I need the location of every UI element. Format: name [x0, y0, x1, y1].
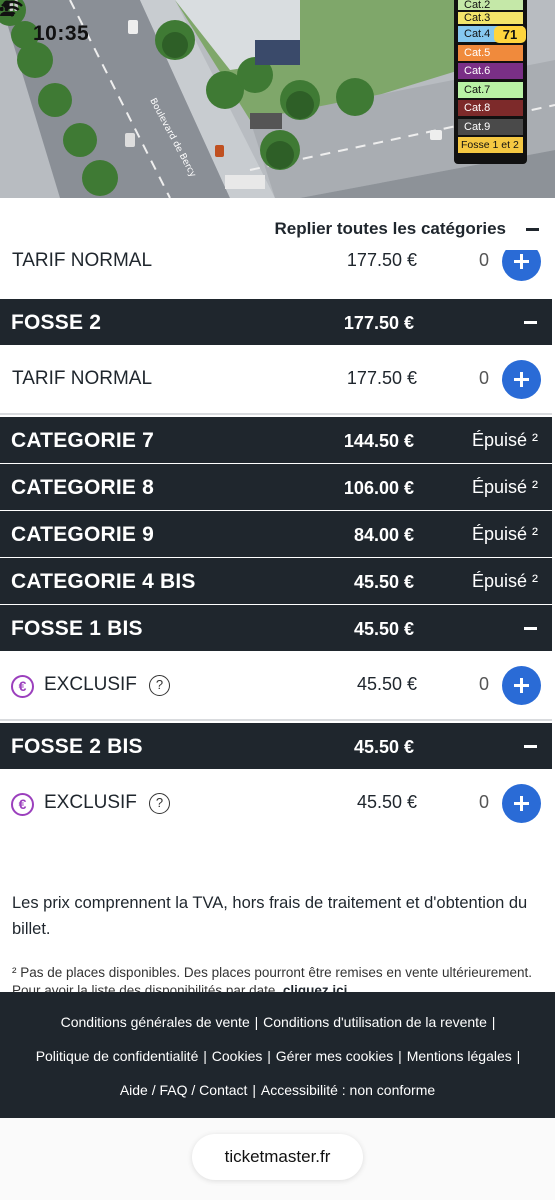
tarif-row-fosse2bis-exclusif: € EXCLUSIF ? 45.50 € 0	[0, 769, 552, 839]
add-ticket-button[interactable]	[502, 666, 541, 705]
tarif-name: TARIF NORMAL	[12, 368, 153, 389]
address-bar[interactable]: ticketmaster.fr	[192, 1134, 363, 1180]
category-row-categorie-8[interactable]: CATEGORIE 8 106.00 € Épuisé ²	[0, 464, 552, 510]
category-name: CATEGORIE 7	[11, 429, 154, 452]
browser-bottom-bar: ticketmaster.fr	[0, 1118, 555, 1200]
help-icon[interactable]: ?	[149, 675, 170, 696]
add-ticket-button[interactable]	[502, 250, 541, 281]
category-price: 45.50 €	[353, 619, 414, 639]
category-row-categorie-4-bis[interactable]: CATEGORIE 4 BIS 45.50 € Épuisé ²	[0, 558, 552, 604]
tarif-price: 177.50 €	[346, 368, 417, 388]
ticket-quantity: 0	[478, 368, 489, 388]
wifi-icon	[1, 0, 23, 17]
euro-icon: €	[11, 675, 34, 698]
category-name: CATEGORIE 8	[11, 476, 154, 499]
category-name: FOSSE 2	[11, 311, 102, 334]
vat-info-text: Les prix comprennent la TVA, hors frais …	[12, 894, 528, 938]
venue-map[interactable]: Boulevard de Bercy Cat.2 Cat.3 Cat.4 Cat…	[0, 0, 555, 198]
category-row-fosse-2[interactable]: FOSSE 2 177.50 €	[0, 299, 552, 345]
footer-line-1: Conditions générales de vente | Conditio…	[60, 1014, 496, 1030]
sold-out-label: Épuisé ²	[471, 430, 538, 450]
footer-link-legal[interactable]: Mentions légales	[407, 1048, 512, 1064]
footer-link-resale-terms[interactable]: Conditions d'utilisation de la revente	[263, 1014, 487, 1030]
tarif-price: 45.50 €	[356, 792, 417, 812]
ticket-category-list: TARIF NORMAL 177.50 € 0 FOSSE 2 177.50 €…	[0, 250, 555, 878]
category-name: CATEGORIE 9	[11, 523, 154, 546]
category-row-categorie-7[interactable]: CATEGORIE 7 144.50 € Épuisé ²	[0, 417, 552, 463]
site-footer: Conditions générales de vente | Conditio…	[0, 992, 555, 1118]
ticket-quantity: 0	[478, 792, 489, 812]
collapse-minus-icon[interactable]	[524, 627, 537, 630]
add-ticket-button[interactable]	[502, 360, 541, 399]
category-price: 84.00 €	[353, 525, 414, 545]
category-price: 45.50 €	[353, 737, 414, 757]
sold-out-label: Épuisé ²	[471, 524, 538, 544]
category-price: 106.00 €	[343, 478, 414, 498]
collapse-minus-icon[interactable]	[524, 745, 537, 748]
add-ticket-button[interactable]	[502, 784, 541, 823]
category-price: 177.50 €	[343, 313, 414, 333]
battery-indicator: 71	[494, 26, 526, 43]
category-price: 144.50 €	[343, 431, 414, 451]
footnote: ² Pas de places disponibles. Des places …	[12, 964, 537, 992]
tarif-name: TARIF NORMAL	[12, 250, 153, 271]
footer-link-accessibility[interactable]: Accessibilité : non conforme	[261, 1082, 435, 1098]
category-row-fosse-2-bis[interactable]: FOSSE 2 BIS 45.50 €	[0, 723, 552, 769]
category-name: FOSSE 2 BIS	[11, 735, 143, 758]
sold-out-label: Épuisé ²	[471, 571, 538, 591]
legend-item-cat7: Cat.7	[458, 81, 523, 98]
footer-link-manage-cookies[interactable]: Gérer mes cookies	[276, 1048, 393, 1064]
category-name: CATEGORIE 4 BIS	[11, 570, 196, 593]
footer-line-2: Politique de confidentialité | Cookies |…	[35, 1048, 521, 1064]
ticket-quantity: 0	[478, 674, 489, 694]
footer-line-3: Aide / FAQ / Contact | Accessibilité : n…	[119, 1082, 436, 1098]
euro-icon: €	[11, 793, 34, 816]
legend-item-cat8: Cat.8	[458, 100, 523, 116]
collapse-minus-icon[interactable]	[524, 321, 537, 324]
tarif-row-fosse1bis-exclusif: € EXCLUSIF ? 45.50 € 0	[0, 651, 552, 721]
collapse-all-minus-icon[interactable]	[526, 228, 539, 231]
category-price: 45.50 €	[353, 572, 414, 592]
help-icon[interactable]: ?	[149, 793, 170, 814]
tarif-price: 45.50 €	[356, 674, 417, 694]
footer-link-help[interactable]: Aide / FAQ / Contact	[120, 1082, 248, 1098]
status-bar: 10:35 71	[0, 0, 555, 70]
category-row-categorie-9[interactable]: CATEGORIE 9 84.00 € Épuisé ²	[0, 511, 552, 557]
ticket-quantity: 0	[478, 250, 489, 270]
footer-link-cgv[interactable]: Conditions générales de vente	[61, 1014, 250, 1030]
sold-out-label: Épuisé ²	[471, 477, 538, 497]
footer-link-privacy[interactable]: Politique de confidentialité	[36, 1048, 199, 1064]
footer-link-cookies[interactable]: Cookies	[212, 1048, 263, 1064]
availability-link[interactable]: cliquez ici	[283, 983, 348, 992]
category-name: FOSSE 1 BIS	[11, 617, 143, 640]
footnote-container: ² Pas de places disponibles. Des places …	[0, 962, 555, 992]
tarif-name: EXCLUSIF	[44, 792, 137, 813]
tarif-name: EXCLUSIF	[44, 674, 137, 695]
tarif-row-fosse2-normal: TARIF NORMAL 177.50 € 0	[0, 345, 552, 415]
clock: 10:35	[33, 22, 90, 45]
tarif-price: 177.50 €	[346, 250, 417, 270]
tarif-row-fosse1-normal: TARIF NORMAL 177.50 € 0	[0, 250, 552, 297]
footnote-text: ² Pas de places disponibles. Des places …	[12, 965, 533, 992]
legend-item-fosse: Fosse 1 et 2	[458, 137, 523, 153]
category-row-fosse-1-bis[interactable]: FOSSE 1 BIS 45.50 €	[0, 605, 552, 651]
collapse-all-label[interactable]: Replier toutes les catégories	[275, 219, 506, 239]
legend-item-cat9: Cat.9	[458, 118, 523, 135]
